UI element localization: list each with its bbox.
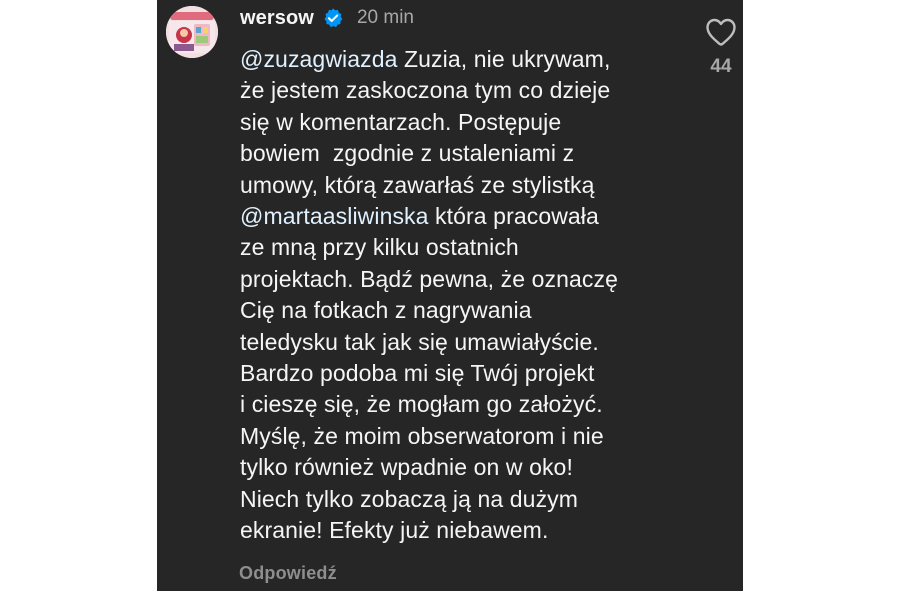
comment-line: tylko również wpadnie on w oko! bbox=[240, 454, 573, 481]
comment-header: wersow 20 min bbox=[240, 5, 414, 31]
mention-link[interactable]: @martaasliwinska bbox=[240, 203, 429, 229]
comment-line: Myślę, że moim obserwatorom i nie bbox=[240, 422, 604, 449]
comment-line: się w komentarzach. Postępuje bbox=[240, 108, 562, 135]
mention-link[interactable]: @zuzagwiazda bbox=[240, 46, 398, 72]
comment-timestamp: 20 min bbox=[356, 7, 414, 28]
comment-line: projektach. Bądź pewna, że oznaczę bbox=[240, 265, 619, 292]
comment-line-text: która pracowała bbox=[428, 203, 599, 230]
reply-button[interactable]: Odpowiedź bbox=[239, 563, 337, 584]
avatar[interactable] bbox=[166, 6, 218, 58]
comment-line: i cieszę się, że mogłam go założyć. bbox=[240, 391, 603, 418]
comment-line: @zuzagwiazda Zuzia, nie ukrywam, bbox=[240, 44, 680, 75]
comment-line: Cię na fotkach z nagrywania bbox=[240, 297, 532, 324]
comment-line: ekranie! Efekty już niebawem. bbox=[240, 517, 549, 544]
comment-line: umowy, którą zawarłaś ze stylistką bbox=[240, 171, 595, 198]
like-count: 44 bbox=[710, 56, 732, 77]
verified-badge-icon bbox=[324, 8, 343, 28]
heart-outline-icon[interactable] bbox=[705, 17, 737, 47]
comment-line-text: Zuzia, nie ukrywam, bbox=[397, 46, 611, 72]
comment-line: @martaasliwinska która pracowała bbox=[240, 201, 680, 232]
comment-line: teledysku tak jak się umawiałyście. bbox=[240, 328, 599, 355]
comment-line: Niech tylko zobaczą ją na dużym bbox=[240, 485, 579, 512]
comment-line: że jestem zaskoczona tym co dzieje bbox=[240, 77, 611, 104]
comment-panel: wersow 20 min @zuzagwiazda Zuzia, nie uk… bbox=[157, 0, 743, 591]
username[interactable]: wersow bbox=[240, 7, 314, 30]
avatar-image bbox=[166, 6, 218, 58]
comment-line: bowiem zgodnie z ustaleniami z bbox=[240, 140, 575, 167]
comment-line: Bardzo podoba mi się Twój projekt bbox=[240, 360, 595, 387]
comment-text: @zuzagwiazda Zuzia, nie ukrywam, że jest… bbox=[240, 44, 680, 547]
comment-line: ze mną przy kilku ostatnich bbox=[240, 234, 519, 261]
